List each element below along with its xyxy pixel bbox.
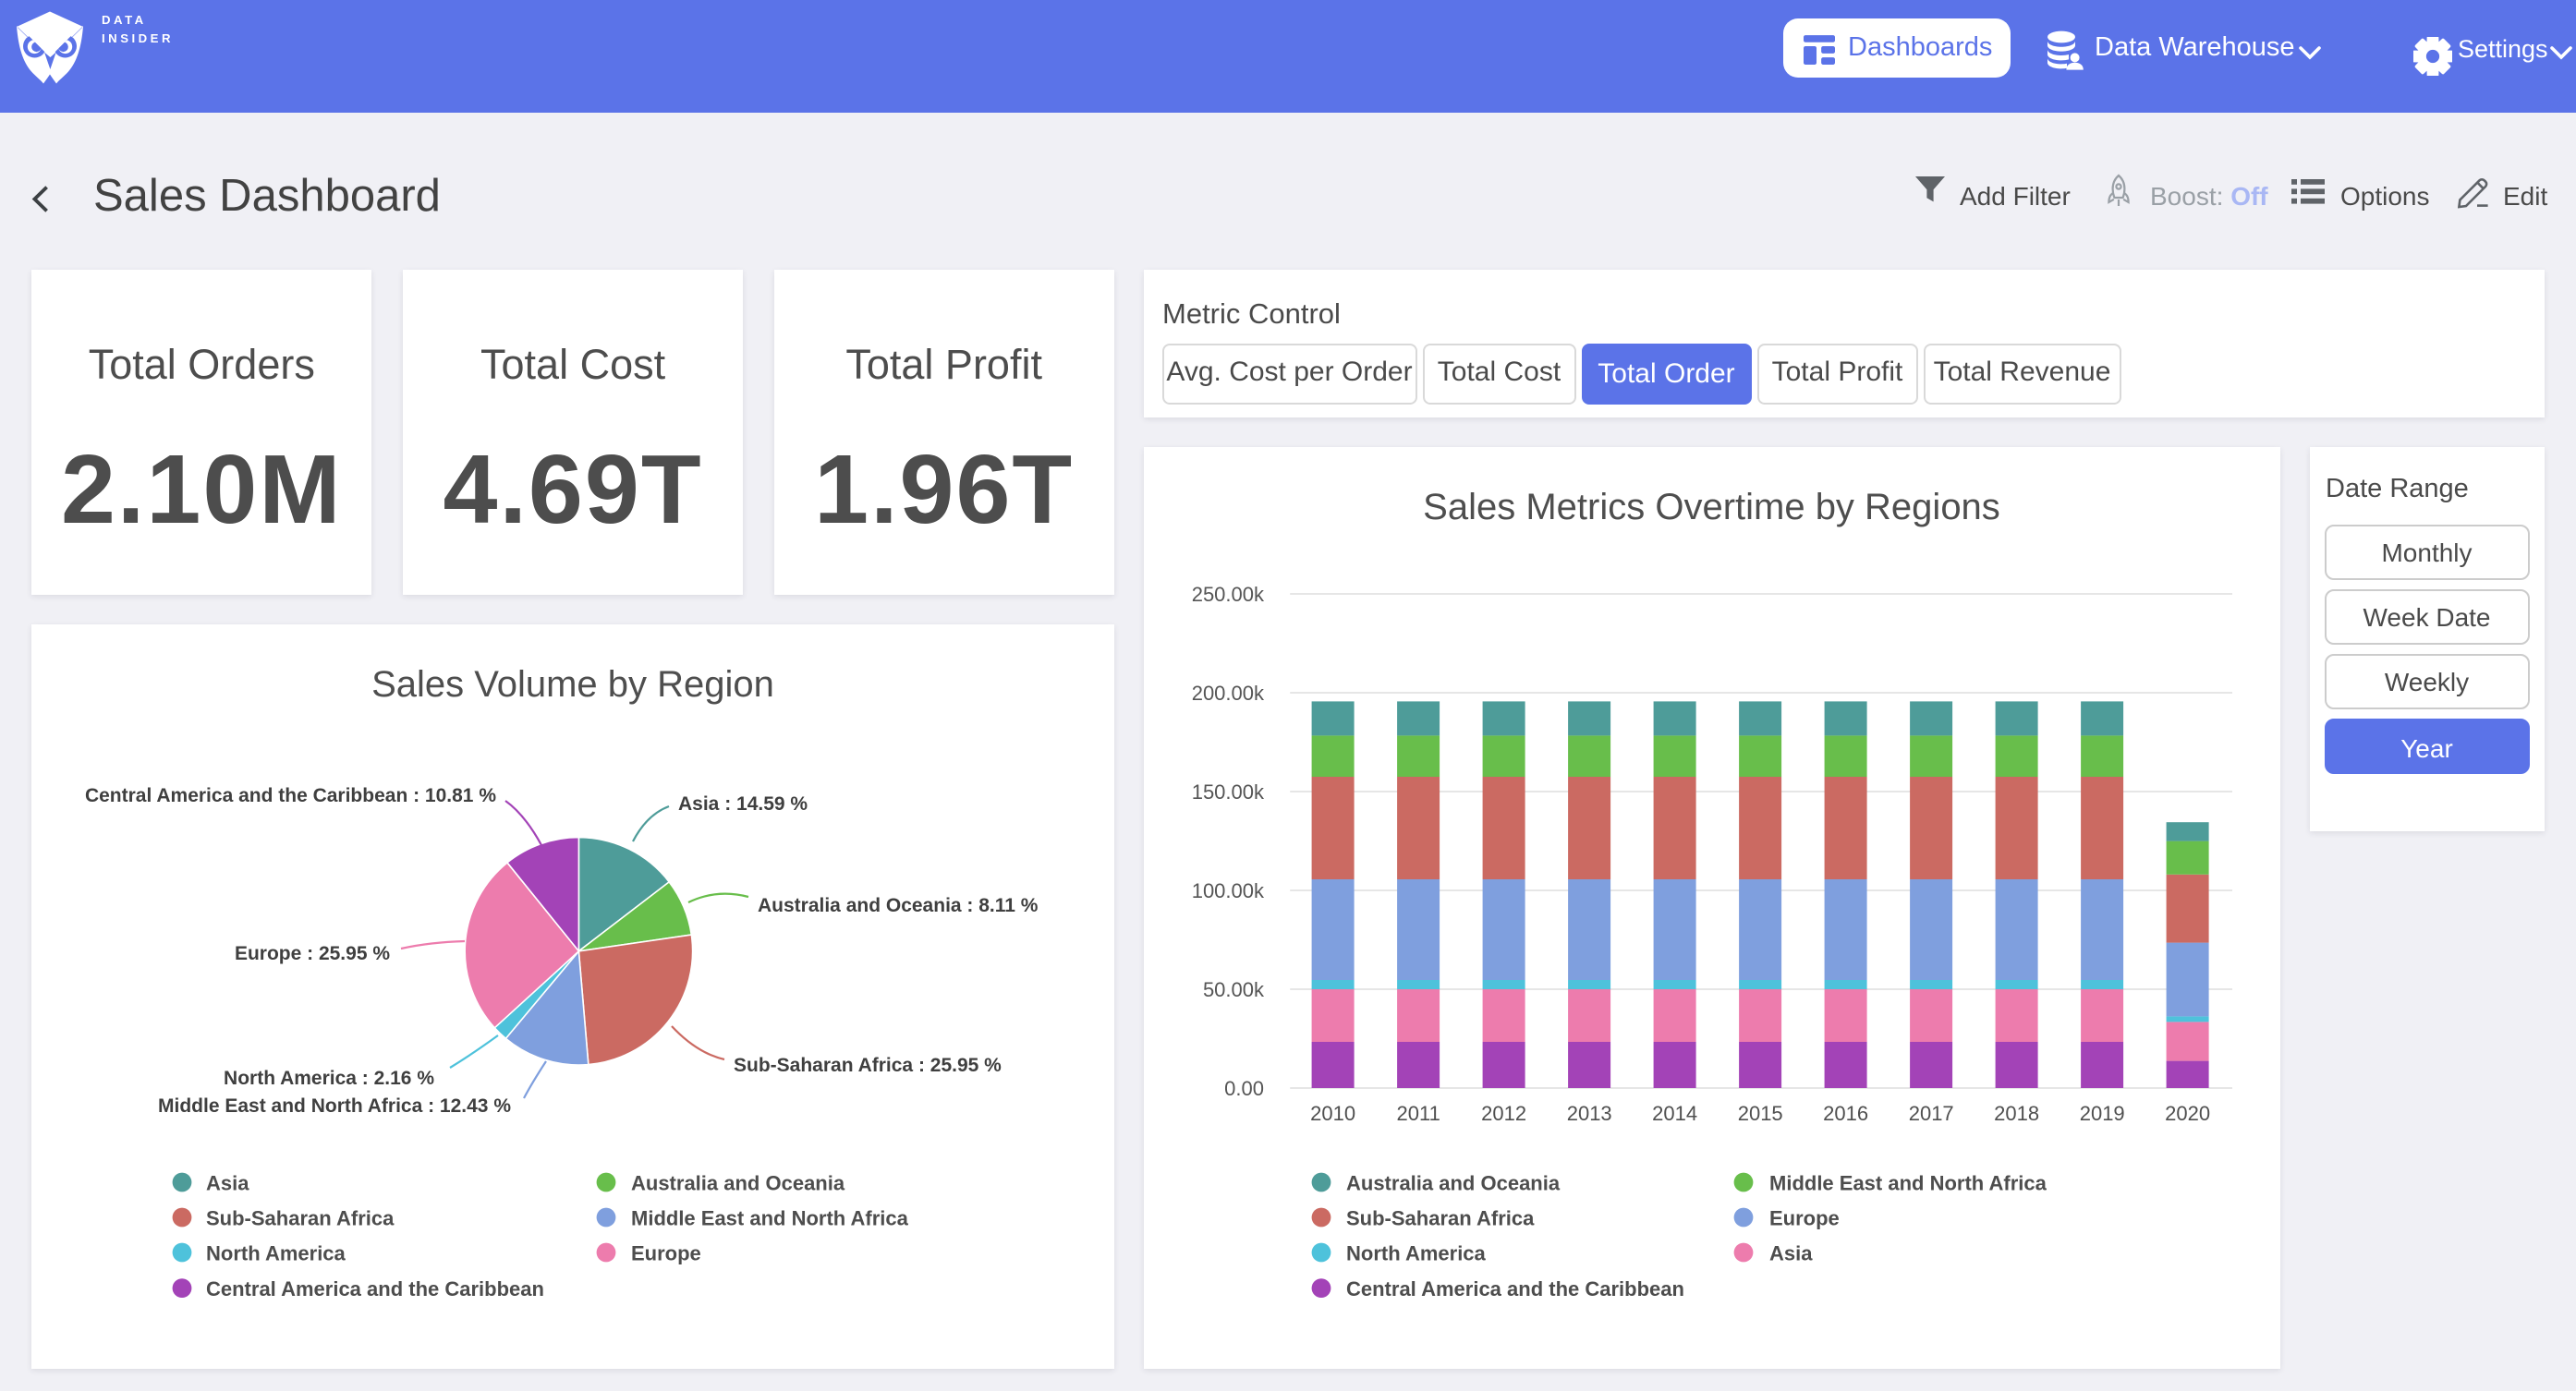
svg-text:North America : 2.16 %: North America : 2.16 % [224, 1068, 434, 1089]
svg-text:2017: 2017 [1909, 1102, 1954, 1125]
svg-text:Central America and the Caribb: Central America and the Caribbean [1346, 1277, 1684, 1300]
svg-text:North America: North America [206, 1241, 346, 1264]
svg-text:Europe : 25.95 %: Europe : 25.95 % [235, 943, 390, 964]
svg-text:North America: North America [1346, 1241, 1487, 1264]
svg-text:Sub-Saharan Africa : 25.95 %: Sub-Saharan Africa : 25.95 % [734, 1055, 1002, 1076]
svg-text:2015: 2015 [1738, 1102, 1783, 1125]
svg-text:2013: 2013 [1567, 1102, 1612, 1125]
svg-text:200.00k: 200.00k [1192, 682, 1265, 705]
svg-text:0.00: 0.00 [1224, 1077, 1264, 1100]
svg-text:100.00k: 100.00k [1192, 879, 1265, 902]
svg-text:250.00k: 250.00k [1192, 583, 1265, 606]
svg-text:Australia and Oceania: Australia and Oceania [631, 1171, 845, 1194]
svg-text:Asia: Asia [206, 1171, 249, 1194]
svg-text:2020: 2020 [2165, 1102, 2210, 1125]
svg-text:2018: 2018 [1994, 1102, 2039, 1125]
svg-text:Middle East and North Africa: Middle East and North Africa [1769, 1171, 2047, 1194]
svg-text:Europe: Europe [1769, 1206, 1840, 1229]
svg-text:2019: 2019 [2080, 1102, 2125, 1125]
svg-text:Middle East and North Africa :: Middle East and North Africa : 12.43 % [158, 1095, 511, 1117]
svg-text:150.00k: 150.00k [1192, 780, 1265, 804]
svg-text:2014: 2014 [1652, 1102, 1697, 1125]
svg-text:Australia and Oceania : 8.11 %: Australia and Oceania : 8.11 % [758, 895, 1039, 916]
svg-text:Asia : 14.59 %: Asia : 14.59 % [678, 793, 808, 815]
svg-text:Sub-Saharan Africa: Sub-Saharan Africa [1346, 1206, 1535, 1229]
svg-text:2011: 2011 [1397, 1102, 1440, 1125]
svg-text:Central America and the Caribb: Central America and the Caribbean : 10.8… [85, 785, 496, 806]
svg-text:Australia and Oceania: Australia and Oceania [1346, 1171, 1561, 1194]
svg-text:50.00k: 50.00k [1203, 978, 1265, 1001]
svg-text:2012: 2012 [1481, 1102, 1526, 1125]
svg-text:Europe: Europe [631, 1241, 701, 1264]
svg-text:Sub-Saharan Africa: Sub-Saharan Africa [206, 1206, 395, 1229]
svg-text:2016: 2016 [1823, 1102, 1868, 1125]
svg-text:Central America and the Caribb: Central America and the Caribbean [206, 1277, 544, 1300]
svg-text:Asia: Asia [1769, 1241, 1813, 1264]
svg-text:Middle East and North Africa: Middle East and North Africa [631, 1206, 909, 1229]
svg-text:2010: 2010 [1310, 1102, 1355, 1125]
